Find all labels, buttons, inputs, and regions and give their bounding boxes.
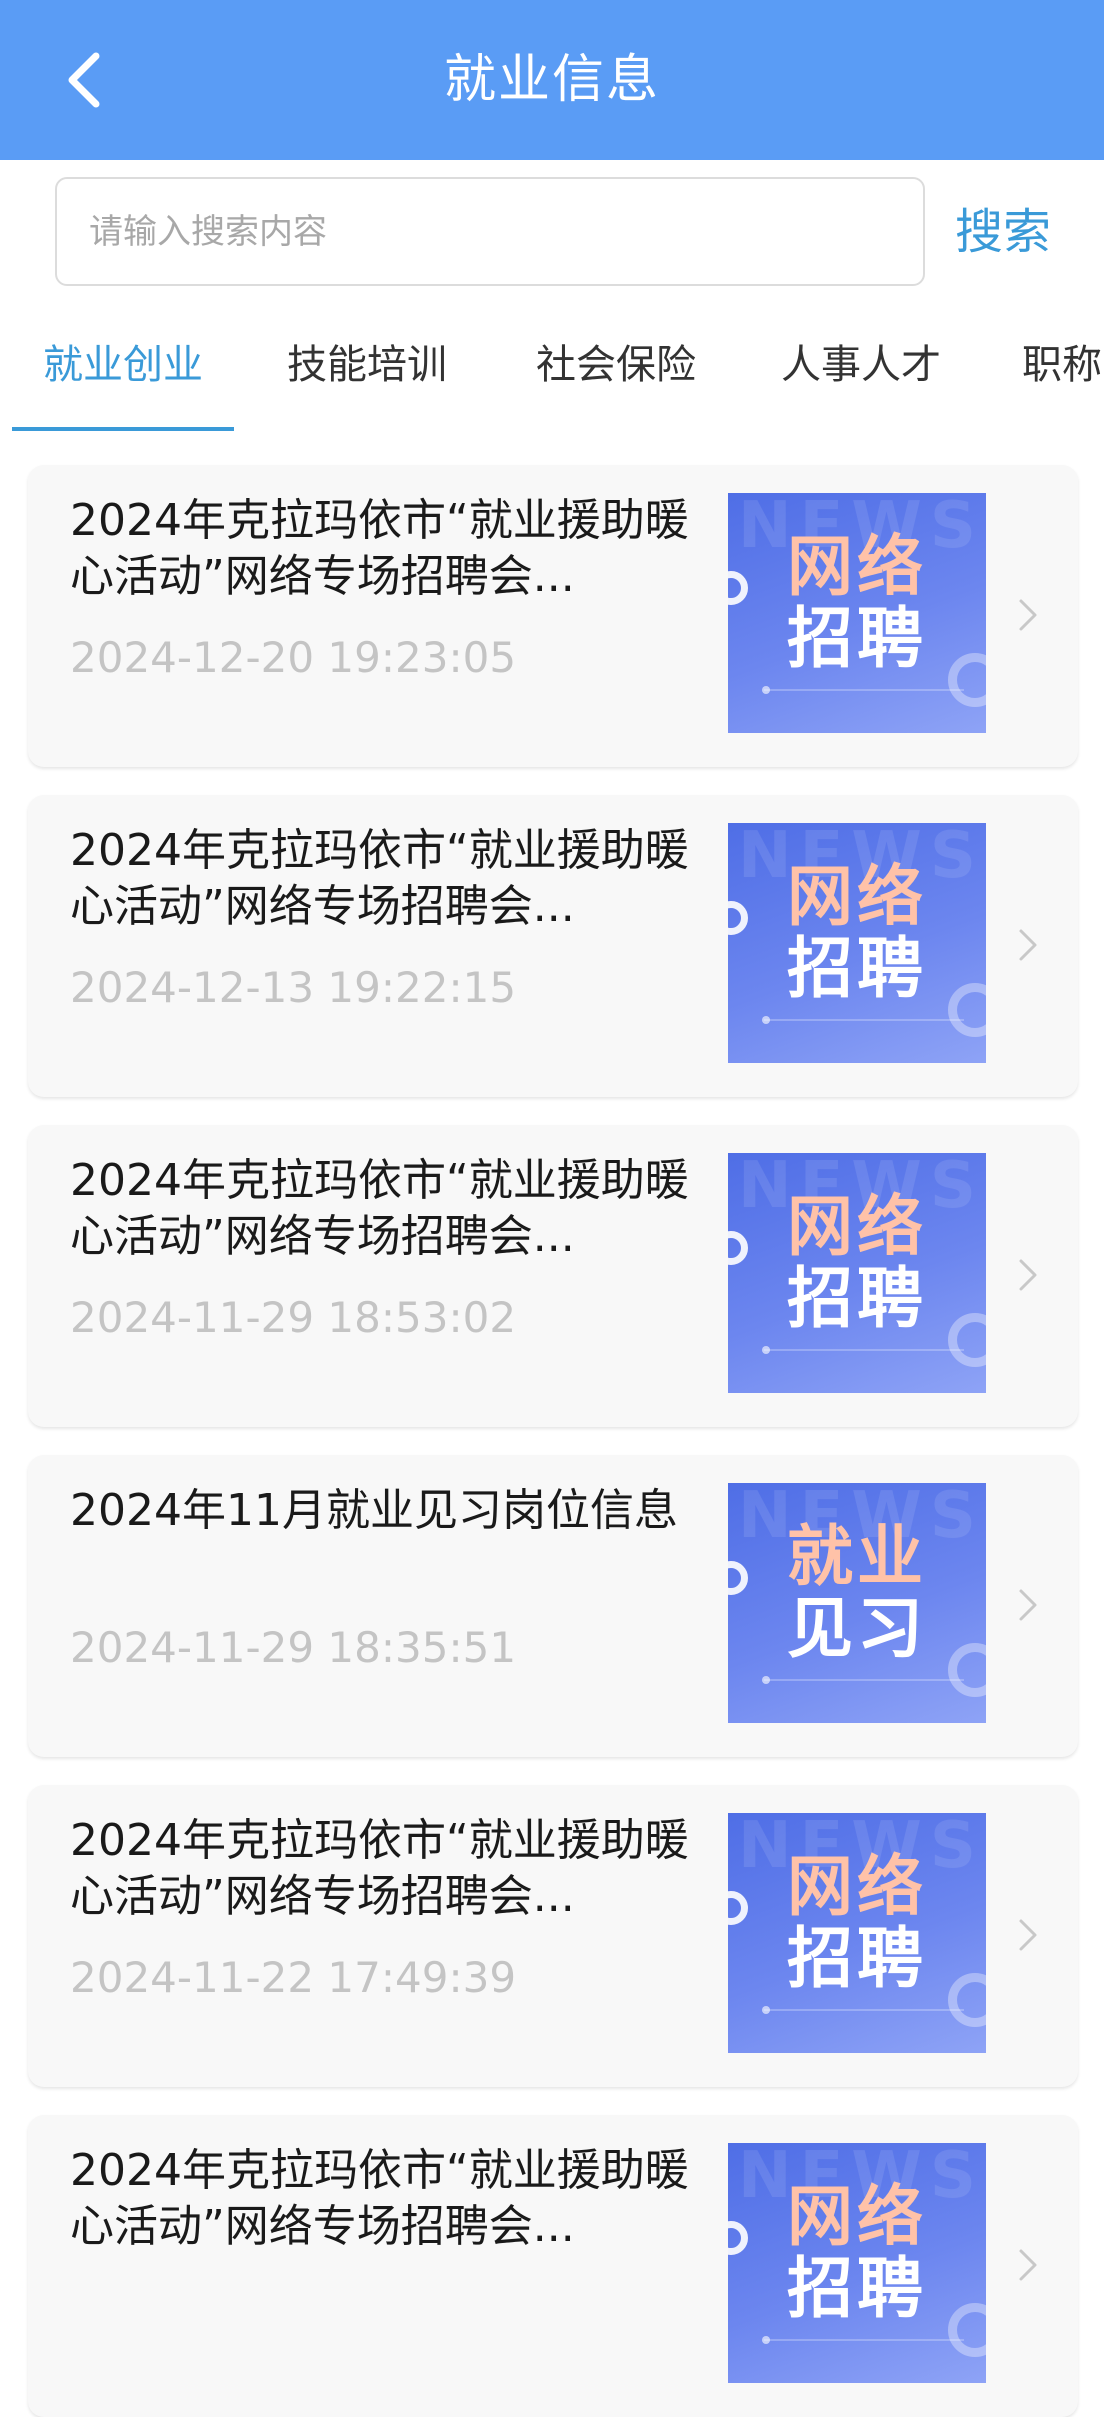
thumbnail-line-decoration	[764, 1349, 964, 1351]
tab-personnel[interactable]: 人事人才	[750, 300, 972, 430]
search-box[interactable]	[55, 177, 925, 286]
article-card[interactable]: 2024年克拉玛依市“就业援助暖心活动”网络专场招聘会... NEWS 网络 招聘	[28, 2115, 1078, 2417]
search-input[interactable]	[89, 179, 923, 284]
thumbnail-text-top: 网络	[787, 2178, 927, 2255]
active-tab-indicator	[12, 427, 234, 431]
article-thumbnail: NEWS 网络 招聘	[728, 2143, 986, 2383]
thumbnail-text-top: 网络	[787, 1188, 927, 1265]
thumbnail-dot-decoration	[762, 1676, 770, 1684]
thumbnail-text-bottom: 招聘	[787, 2250, 927, 2327]
thumbnail-text-bottom: 招聘	[787, 930, 927, 1007]
article-thumbnail: NEWS 网络 招聘	[728, 823, 986, 1063]
thumbnail-line-decoration	[764, 1019, 964, 1021]
thumbnail-text-bottom: 招聘	[787, 600, 927, 677]
thumbnail-line-decoration	[764, 2009, 964, 2011]
article-title: 2024年克拉玛依市“就业援助暖心活动”网络专场招聘会...	[70, 825, 689, 932]
tab-employment[interactable]: 就业创业	[12, 300, 234, 430]
chevron-right-icon	[1019, 1589, 1037, 1621]
article-thumbnail: NEWS 网络 招聘	[728, 1153, 986, 1393]
chevron-right-icon	[1019, 599, 1037, 631]
thumbnail-line-decoration	[764, 689, 964, 691]
article-time: 2024-12-13 19:22:15	[70, 963, 517, 1012]
article-time: 2024-12-20 19:23:05	[70, 633, 517, 682]
app-header: 就业信息	[0, 0, 1104, 160]
article-time: 2024-11-22 17:49:39	[70, 1953, 517, 2002]
thumbnail-line-decoration	[764, 1679, 964, 1681]
thumbnail-text-top: 就业	[787, 1518, 927, 1595]
tab-social-insurance[interactable]: 社会保险	[505, 300, 727, 430]
article-thumbnail: NEWS 网络 招聘	[728, 1813, 986, 2053]
thumbnail-dot-decoration	[762, 1346, 770, 1354]
search-button[interactable]: 搜索	[955, 200, 1051, 264]
article-card[interactable]: 2024年克拉玛依市“就业援助暖心活动”网络专场招聘会... 2024-11-22…	[28, 1785, 1078, 2087]
category-tabs: 就业创业 技能培训 社会保险 人事人才 职称	[0, 300, 1104, 435]
article-thumbnail: NEWS 网络 招聘	[728, 493, 986, 733]
article-title: 2024年11月就业见习岗位信息	[70, 1485, 678, 1536]
page-title: 就业信息	[443, 50, 660, 110]
article-time: 2024-11-29 18:53:02	[70, 1293, 517, 1342]
thumbnail-dot-decoration	[762, 1016, 770, 1024]
tab-skills-training[interactable]: 技能培训	[256, 300, 478, 430]
thumbnail-text-bottom: 见习	[787, 1590, 927, 1667]
article-card[interactable]: 2024年11月就业见习岗位信息 2024-11-29 18:35:51 NEWS 就…	[28, 1455, 1078, 1757]
article-title: 2024年克拉玛依市“就业援助暖心活动”网络专场招聘会...	[70, 1815, 689, 1922]
thumbnail-dot-decoration	[762, 2336, 770, 2344]
chevron-right-icon	[1019, 929, 1037, 961]
article-thumbnail: NEWS 就业 见习	[728, 1483, 986, 1723]
thumbnail-text-bottom: 招聘	[787, 1260, 927, 1337]
chevron-right-icon	[1019, 1259, 1037, 1291]
article-card[interactable]: 2024年克拉玛依市“就业援助暖心活动”网络专场招聘会... 2024-12-20…	[28, 465, 1078, 767]
chevron-right-icon	[1019, 2249, 1037, 2281]
article-card[interactable]: 2024年克拉玛依市“就业援助暖心活动”网络专场招聘会... 2024-12-13…	[28, 795, 1078, 1097]
thumbnail-text-bottom: 招聘	[787, 1920, 927, 1997]
thumbnail-text-top: 网络	[787, 1848, 927, 1925]
thumbnail-text-top: 网络	[787, 858, 927, 935]
chevron-right-icon	[1019, 1919, 1037, 1951]
thumbnail-dot-decoration	[762, 2006, 770, 2014]
article-title: 2024年克拉玛依市“就业援助暖心活动”网络专场招聘会...	[70, 2145, 689, 2252]
thumbnail-text-top: 网络	[787, 528, 927, 605]
thumbnail-line-decoration	[764, 2339, 964, 2341]
article-time: 2024-11-29 18:35:51	[70, 1623, 517, 1672]
article-title: 2024年克拉玛依市“就业援助暖心活动”网络专场招聘会...	[70, 1155, 689, 1262]
article-card[interactable]: 2024年克拉玛依市“就业援助暖心活动”网络专场招聘会... 2024-11-29…	[28, 1125, 1078, 1427]
article-title: 2024年克拉玛依市“就业援助暖心活动”网络专场招聘会...	[70, 495, 689, 602]
tab-titles[interactable]: 职称	[1022, 300, 1104, 430]
thumbnail-dot-decoration	[762, 686, 770, 694]
